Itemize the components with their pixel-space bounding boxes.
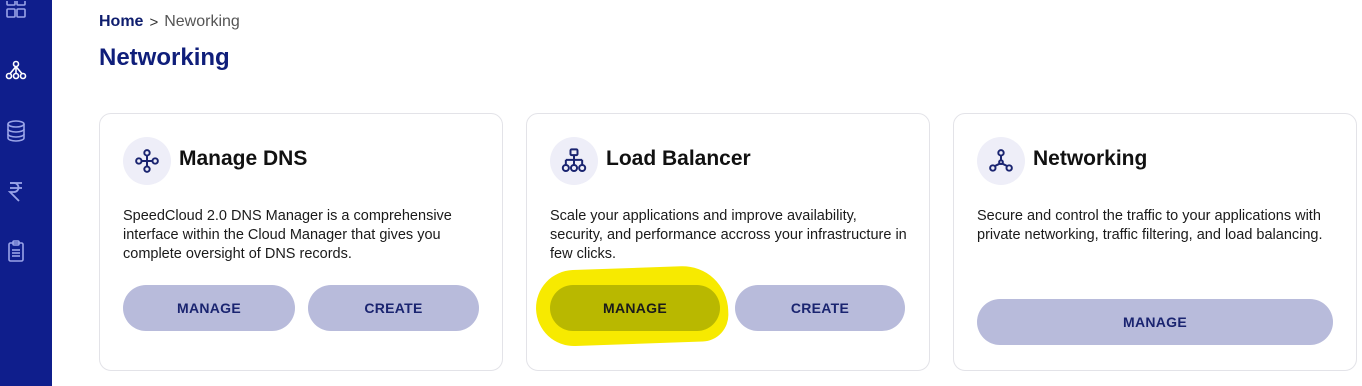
network-icon[interactable] xyxy=(3,57,29,83)
card-title: Load Balancer xyxy=(606,147,751,170)
card-title: Networking xyxy=(1033,147,1148,170)
card-title: Manage DNS xyxy=(179,147,308,170)
clipboard-icon[interactable] xyxy=(3,238,29,264)
load-balancer-icon xyxy=(550,137,598,185)
networking-icon xyxy=(977,137,1025,185)
database-icon[interactable] xyxy=(3,118,29,144)
networking-manage-button[interactable]: MANAGE xyxy=(977,299,1333,345)
breadcrumb-home-link[interactable]: Home xyxy=(99,13,143,31)
rupee-icon[interactable] xyxy=(3,178,29,204)
card-manage-dns: Manage DNS SpeedCloud 2.0 DNS Manager is… xyxy=(99,113,503,371)
load-balancer-manage-button[interactable]: MANAGE xyxy=(550,285,720,331)
card-description: Secure and control the traffic to your a… xyxy=(977,208,1323,243)
card-description: SpeedCloud 2.0 DNS Manager is a comprehe… xyxy=(123,208,452,262)
load-balancer-create-button[interactable]: CREATE xyxy=(735,285,905,331)
breadcrumb-separator: > xyxy=(149,13,159,31)
page-title: Networking xyxy=(99,44,230,71)
manage-dns-manage-button[interactable]: MANAGE xyxy=(123,285,295,331)
dns-network-icon xyxy=(123,137,171,185)
grid-icon[interactable] xyxy=(3,0,29,26)
card-description: Scale your applications and improve avai… xyxy=(550,208,907,262)
sidebar xyxy=(0,0,52,386)
breadcrumb: Home > Neworking xyxy=(99,13,240,31)
breadcrumb-current: Neworking xyxy=(164,13,240,30)
manage-dns-create-button[interactable]: CREATE xyxy=(308,285,479,331)
card-networking: Networking Secure and control the traffi… xyxy=(953,113,1357,371)
